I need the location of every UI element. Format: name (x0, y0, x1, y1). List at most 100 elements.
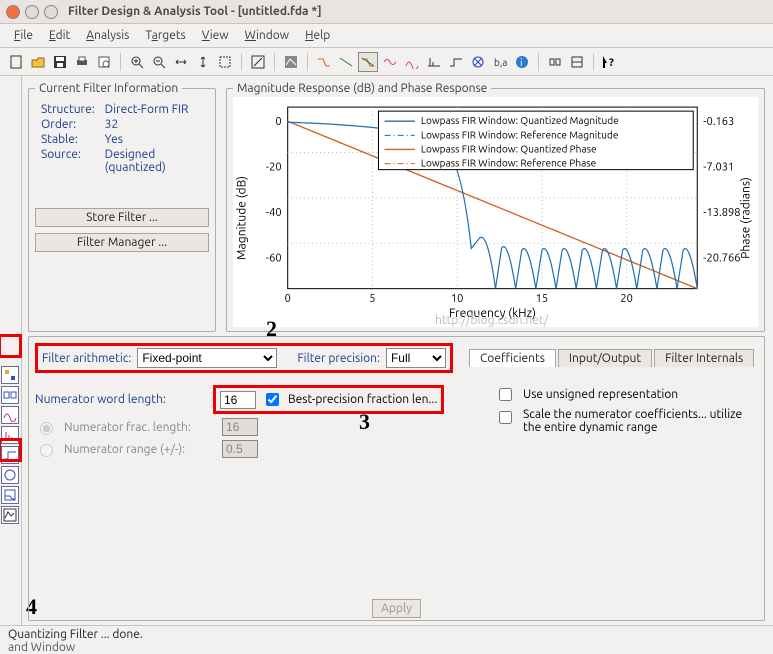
unsigned-label: Use unsigned representation (523, 388, 678, 401)
tab-input-output[interactable]: Input/Output (558, 349, 652, 367)
save-icon[interactable] (50, 52, 70, 72)
unsigned-checkbox[interactable] (499, 388, 512, 401)
num-frac-radio[interactable] (40, 422, 53, 435)
svg-text:15: 15 (536, 293, 549, 305)
sidetool-1[interactable] (1, 366, 19, 384)
num-word-len-input[interactable] (220, 391, 256, 409)
filter-arithmetic-select[interactable]: Fixed-point (137, 348, 277, 368)
store-filter-button[interactable]: Store Filter ... (35, 208, 209, 227)
other-window-line: and Window (8, 641, 765, 654)
title-bar: Filter Design & Analysis Tool - [untitle… (0, 0, 773, 24)
num-range-radio[interactable] (40, 444, 53, 457)
svg-text:-7.031: -7.031 (703, 162, 734, 174)
svg-text:-0.163: -0.163 (703, 116, 734, 128)
svg-text:5: 5 (369, 293, 375, 305)
zoom-out-icon[interactable] (149, 52, 169, 72)
zoom-x-icon[interactable] (171, 52, 191, 72)
zoom-fit-icon[interactable] (215, 52, 235, 72)
svg-text:-20.766: -20.766 (703, 252, 740, 264)
sos-icon[interactable] (545, 52, 565, 72)
help-arrow-icon[interactable]: ? (600, 52, 620, 72)
svg-text:?: ? (609, 57, 614, 69)
scale-checkbox[interactable] (499, 411, 512, 424)
best-precision-label: Best-precision fraction len... (288, 393, 437, 406)
sidetool-8[interactable] (1, 506, 19, 524)
print-icon[interactable] (72, 52, 92, 72)
apply-button[interactable]: Apply (372, 599, 421, 618)
tabs: Coefficients Input/Output Filter Interna… (469, 349, 754, 367)
polezero-icon[interactable] (468, 52, 488, 72)
print-preview-icon[interactable] (94, 52, 114, 72)
num-range-label: Numerator range (+/-): (64, 443, 214, 456)
svg-text:http://blog.csdn.net/: http://blog.csdn.net/ (435, 313, 549, 327)
cfi-table: Structure:Direct-Form FIR Order:32 Stabl… (35, 101, 209, 176)
coeff-icon[interactable]: b,a (490, 52, 510, 72)
svg-text:Lowpass FIR Window: Reference: Lowpass FIR Window: Reference Magnitude (421, 129, 619, 140)
magphase-icon[interactable] (358, 52, 378, 72)
cfi-legend: Current Filter Information (35, 82, 182, 95)
tab-filter-internals[interactable]: Filter Internals (654, 349, 754, 367)
num-frac-label: Numerator frac. length: (64, 421, 214, 434)
menu-targets[interactable]: Targets (139, 27, 191, 44)
filter-arithmetic-label: Filter arithmetic: (42, 352, 131, 365)
chart: Magnitude (dB) Phase (radians) (233, 97, 758, 327)
close-button[interactable] (6, 5, 20, 19)
num-frac-input (222, 418, 258, 436)
best-precision-checkbox[interactable] (266, 393, 279, 406)
sidetool-6[interactable] (1, 466, 19, 484)
filter-manager-button[interactable]: Filter Manager ... (35, 233, 209, 252)
filter-precision-label: Filter precision: (297, 352, 380, 365)
phase-delay-icon[interactable] (402, 52, 422, 72)
menu-window[interactable]: Window (239, 27, 295, 44)
svg-text:10: 10 (451, 293, 464, 305)
zoom-in-icon[interactable] (127, 52, 147, 72)
new-icon[interactable] (6, 52, 26, 72)
fvtool-icon[interactable] (281, 52, 301, 72)
filter-precision-select[interactable]: Full (386, 348, 446, 368)
realize-icon[interactable] (567, 52, 587, 72)
svg-text:-40: -40 (266, 207, 282, 219)
sidetool-4[interactable] (1, 426, 19, 444)
phase-response-icon[interactable] (336, 52, 356, 72)
step-icon[interactable] (446, 52, 466, 72)
arithmetic-panel: Filter arithmetic: Fixed-point Filter pr… (28, 336, 765, 621)
num-word-len-label: Numerator word length: (35, 393, 205, 406)
svg-text:Magnitude (dB): Magnitude (dB) (234, 176, 248, 260)
menu-view[interactable]: View (196, 27, 235, 44)
window-controls (6, 5, 58, 19)
menu-bar: File Edit Analysis Targets View Window H… (0, 24, 773, 48)
impulse-icon[interactable] (424, 52, 444, 72)
menu-help[interactable]: Help (299, 27, 336, 44)
sidetool-5[interactable] (1, 446, 19, 464)
chart-panel: Magnitude Response (dB) and Phase Respon… (226, 82, 765, 332)
zoom-y-icon[interactable] (193, 52, 213, 72)
menu-file[interactable]: File (8, 27, 39, 44)
menu-edit[interactable]: Edit (43, 27, 76, 44)
mag-response-icon[interactable] (314, 52, 334, 72)
current-filter-info: Current Filter Information Structure:Dir… (28, 82, 216, 332)
svg-text:-20: -20 (266, 162, 282, 174)
group-delay-icon[interactable] (380, 52, 400, 72)
scale-label: Scale the numerator coefficients... util… (523, 408, 743, 434)
info-icon[interactable]: i (512, 52, 532, 72)
num-range-input (222, 440, 258, 458)
svg-text:0: 0 (285, 293, 291, 305)
spec-icon[interactable] (248, 52, 268, 72)
redbox-2: Best-precision fraction len... (213, 385, 444, 414)
svg-text:Phase (radians): Phase (radians) (739, 177, 753, 259)
svg-text:Lowpass FIR Window: Quantized: Lowpass FIR Window: Quantized Magnitude (421, 115, 619, 126)
svg-text:0: 0 (275, 116, 281, 128)
menu-analysis[interactable]: Analysis (80, 27, 135, 44)
minimize-button[interactable] (25, 5, 39, 19)
sidetool-7[interactable] (1, 486, 19, 504)
tab-coefficients[interactable]: Coefficients (469, 349, 556, 367)
svg-text:b,a: b,a (494, 57, 507, 68)
side-toolbar: 4 (0, 76, 22, 625)
status-text: Quantizing Filter ... done. (8, 628, 765, 641)
sidetool-2[interactable] (1, 386, 19, 404)
redbox-1: Filter arithmetic: Fixed-point Filter pr… (35, 343, 453, 373)
sidetool-3[interactable] (1, 406, 19, 424)
open-icon[interactable] (28, 52, 48, 72)
svg-text:Lowpass FIR Window: Reference: Lowpass FIR Window: Reference Phase (421, 158, 596, 169)
maximize-button[interactable] (44, 5, 58, 19)
